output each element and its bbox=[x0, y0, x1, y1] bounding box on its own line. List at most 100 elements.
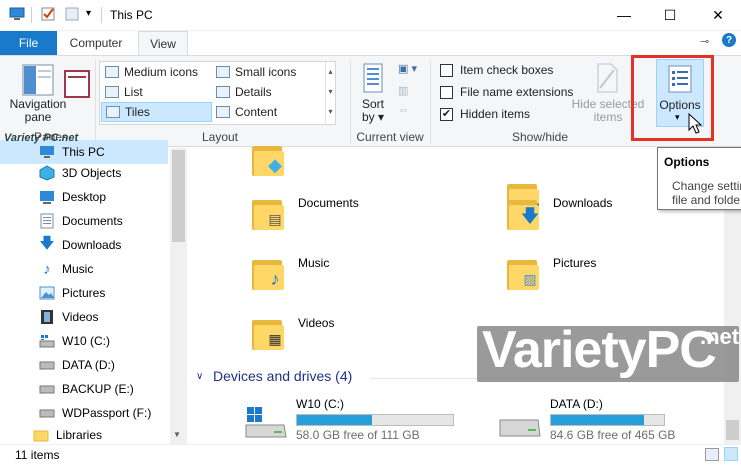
folder-tile-pictures[interactable]: ▨ Pictures bbox=[505, 254, 596, 292]
navigation-pane-label-2: pane bbox=[24, 110, 52, 124]
item-count: 11 items bbox=[15, 448, 60, 462]
drive-usage-fill bbox=[297, 415, 372, 425]
details-view-toggle[interactable] bbox=[705, 448, 719, 461]
music-folder-icon: ♪ bbox=[250, 254, 288, 292]
folder-label: Documents bbox=[298, 196, 359, 210]
content-scrollbar-thumb[interactable] bbox=[726, 420, 739, 440]
nav-item-label: Libraries bbox=[56, 427, 103, 442]
watermark-suffix: .net bbox=[700, 324, 740, 349]
cube-icon bbox=[38, 165, 56, 181]
nav-item-wdpassport-f[interactable]: WDPassport (F:) bbox=[0, 401, 170, 425]
layout-details[interactable]: Details bbox=[212, 82, 324, 102]
hidden-items-label: Hidden items bbox=[460, 107, 531, 121]
status-bar bbox=[0, 444, 741, 467]
item-check-boxes-label: Item check boxes bbox=[460, 63, 554, 77]
group-by-icon[interactable]: ▣ ▾ bbox=[398, 62, 426, 78]
current-view-group-label: Current view bbox=[356, 130, 424, 144]
3d-objects-tile-icon[interactable]: ◆ bbox=[250, 140, 288, 178]
tab-computer[interactable]: Computer bbox=[60, 31, 132, 55]
layout-content[interactable]: Content bbox=[212, 102, 324, 122]
film-icon bbox=[38, 309, 56, 325]
item-check-boxes-checkbox[interactable] bbox=[440, 63, 453, 77]
drive-tile-w10-c[interactable]: W10 (C:) 58.0 GB free of 111 GB bbox=[296, 397, 454, 442]
details-icon bbox=[216, 86, 230, 98]
mouse-cursor-icon bbox=[688, 112, 704, 135]
maximize-button[interactable]: ☐ bbox=[647, 0, 693, 30]
videos-folder-icon: ▦ bbox=[250, 314, 288, 352]
layout-list[interactable]: List bbox=[101, 82, 213, 102]
nav-item-3d-objects[interactable]: 3D Objects bbox=[0, 161, 170, 185]
nav-item-label: BACKUP (E:) bbox=[62, 382, 134, 396]
list-icon bbox=[105, 86, 119, 98]
devices-and-drives-header[interactable]: Devices and drives (4) bbox=[213, 368, 352, 384]
help-icon[interactable]: ? bbox=[722, 33, 736, 47]
nav-item-desktop[interactable]: Desktop bbox=[0, 185, 170, 209]
downloads-folder-icon: 🡇 bbox=[505, 194, 543, 232]
folder-label: Music bbox=[298, 256, 330, 270]
pin-ribbon-icon[interactable]: ⊸ bbox=[700, 35, 709, 48]
drive-free-space: 84.6 GB free of 465 GB bbox=[550, 428, 676, 442]
nav-item-libraries[interactable]: Libraries bbox=[0, 425, 170, 444]
layout-item-label: Small icons bbox=[235, 65, 297, 79]
nav-item-backup-e[interactable]: BACKUP (E:) bbox=[0, 377, 170, 401]
this-pc-nav-icon bbox=[38, 144, 56, 160]
content-icon bbox=[216, 106, 230, 118]
close-button[interactable]: ✕ bbox=[695, 0, 741, 30]
nav-item-label: Pictures bbox=[62, 286, 106, 300]
hide-selected-items-icon bbox=[594, 62, 620, 94]
group-separator bbox=[430, 60, 431, 144]
data-drive-tile-icon[interactable] bbox=[498, 412, 542, 440]
file-name-extensions-checkbox[interactable] bbox=[440, 85, 453, 99]
drive-icon bbox=[38, 405, 56, 421]
nav-scrollbar-thumb[interactable] bbox=[172, 150, 185, 242]
folder-tile-videos[interactable]: ▦ Videos bbox=[250, 314, 334, 352]
layout-tiles[interactable]: Tiles bbox=[101, 102, 212, 122]
tab-file[interactable]: File bbox=[0, 31, 57, 55]
drive-icon bbox=[38, 381, 56, 397]
folder-tile-downloads[interactable]: 🡇 Downloads bbox=[505, 194, 612, 232]
window-title: This PC bbox=[110, 8, 153, 22]
navigation-pane-button[interactable]: Navigation pane bbox=[7, 98, 69, 124]
drive-usage-bar bbox=[550, 414, 665, 426]
preview-pane-icon[interactable] bbox=[64, 70, 90, 98]
folder-tile-music[interactable]: ♪ Music bbox=[250, 254, 329, 292]
options-tooltip: Options Change settin file and folde bbox=[657, 147, 741, 210]
sort-by-icon[interactable] bbox=[360, 62, 386, 94]
layout-small-icons[interactable]: Small icons bbox=[212, 62, 324, 82]
sort-by-button[interactable]: Sort by ▾ bbox=[356, 98, 390, 124]
nav-item-videos[interactable]: Videos bbox=[0, 305, 170, 329]
nav-item-music[interactable]: ♪ Music bbox=[0, 257, 170, 281]
nav-scroll-down-icon[interactable]: ▼ bbox=[173, 430, 181, 439]
tab-view[interactable]: View bbox=[138, 31, 188, 55]
title-separator bbox=[31, 7, 32, 23]
nav-item-downloads[interactable]: 🡇 Downloads bbox=[0, 233, 170, 257]
customize-qat-dropdown-icon[interactable]: ▾ bbox=[86, 8, 91, 19]
layout-medium-icons[interactable]: Medium icons bbox=[101, 62, 213, 82]
nav-item-label: Music bbox=[62, 262, 94, 276]
layout-item-label: Tiles bbox=[125, 105, 150, 119]
hidden-items-toggle[interactable]: ✔ Hidden items bbox=[440, 104, 530, 124]
drive-usage-bar bbox=[296, 414, 454, 426]
item-check-boxes-toggle[interactable]: Item check boxes bbox=[440, 60, 553, 80]
drive-tile-data-d[interactable]: DATA (D:) 84.6 GB free of 465 GB bbox=[550, 397, 675, 442]
group-separator bbox=[350, 60, 351, 144]
new-folder-icon[interactable] bbox=[64, 6, 80, 22]
hidden-items-checkbox[interactable]: ✔ bbox=[440, 107, 453, 121]
large-icons-view-toggle[interactable] bbox=[724, 447, 738, 461]
folder-tile-documents[interactable]: ▤ Documents bbox=[250, 194, 359, 232]
drive-icon bbox=[38, 357, 56, 373]
nav-item-documents[interactable]: Documents bbox=[0, 209, 170, 233]
nav-item-label: Documents bbox=[62, 214, 123, 228]
devices-collapse-icon[interactable]: ∨ bbox=[196, 371, 203, 382]
layout-scroll[interactable]: ▴ ▾ ▾ bbox=[325, 62, 335, 124]
nav-item-data-d[interactable]: DATA (D:) bbox=[0, 353, 170, 377]
nav-item-w10-c[interactable]: W10 (C:) bbox=[0, 329, 170, 353]
nav-item-pictures[interactable]: Pictures bbox=[0, 281, 170, 305]
file-name-extensions-toggle[interactable]: File name extensions bbox=[440, 82, 573, 102]
small-icons-icon bbox=[216, 66, 230, 78]
minimize-button[interactable]: — bbox=[601, 0, 647, 30]
windows-drive-tile-icon[interactable] bbox=[244, 403, 288, 439]
properties-icon[interactable] bbox=[40, 6, 56, 22]
navigation-pane-icon[interactable] bbox=[22, 64, 54, 96]
this-pc-icon[interactable] bbox=[9, 6, 25, 22]
